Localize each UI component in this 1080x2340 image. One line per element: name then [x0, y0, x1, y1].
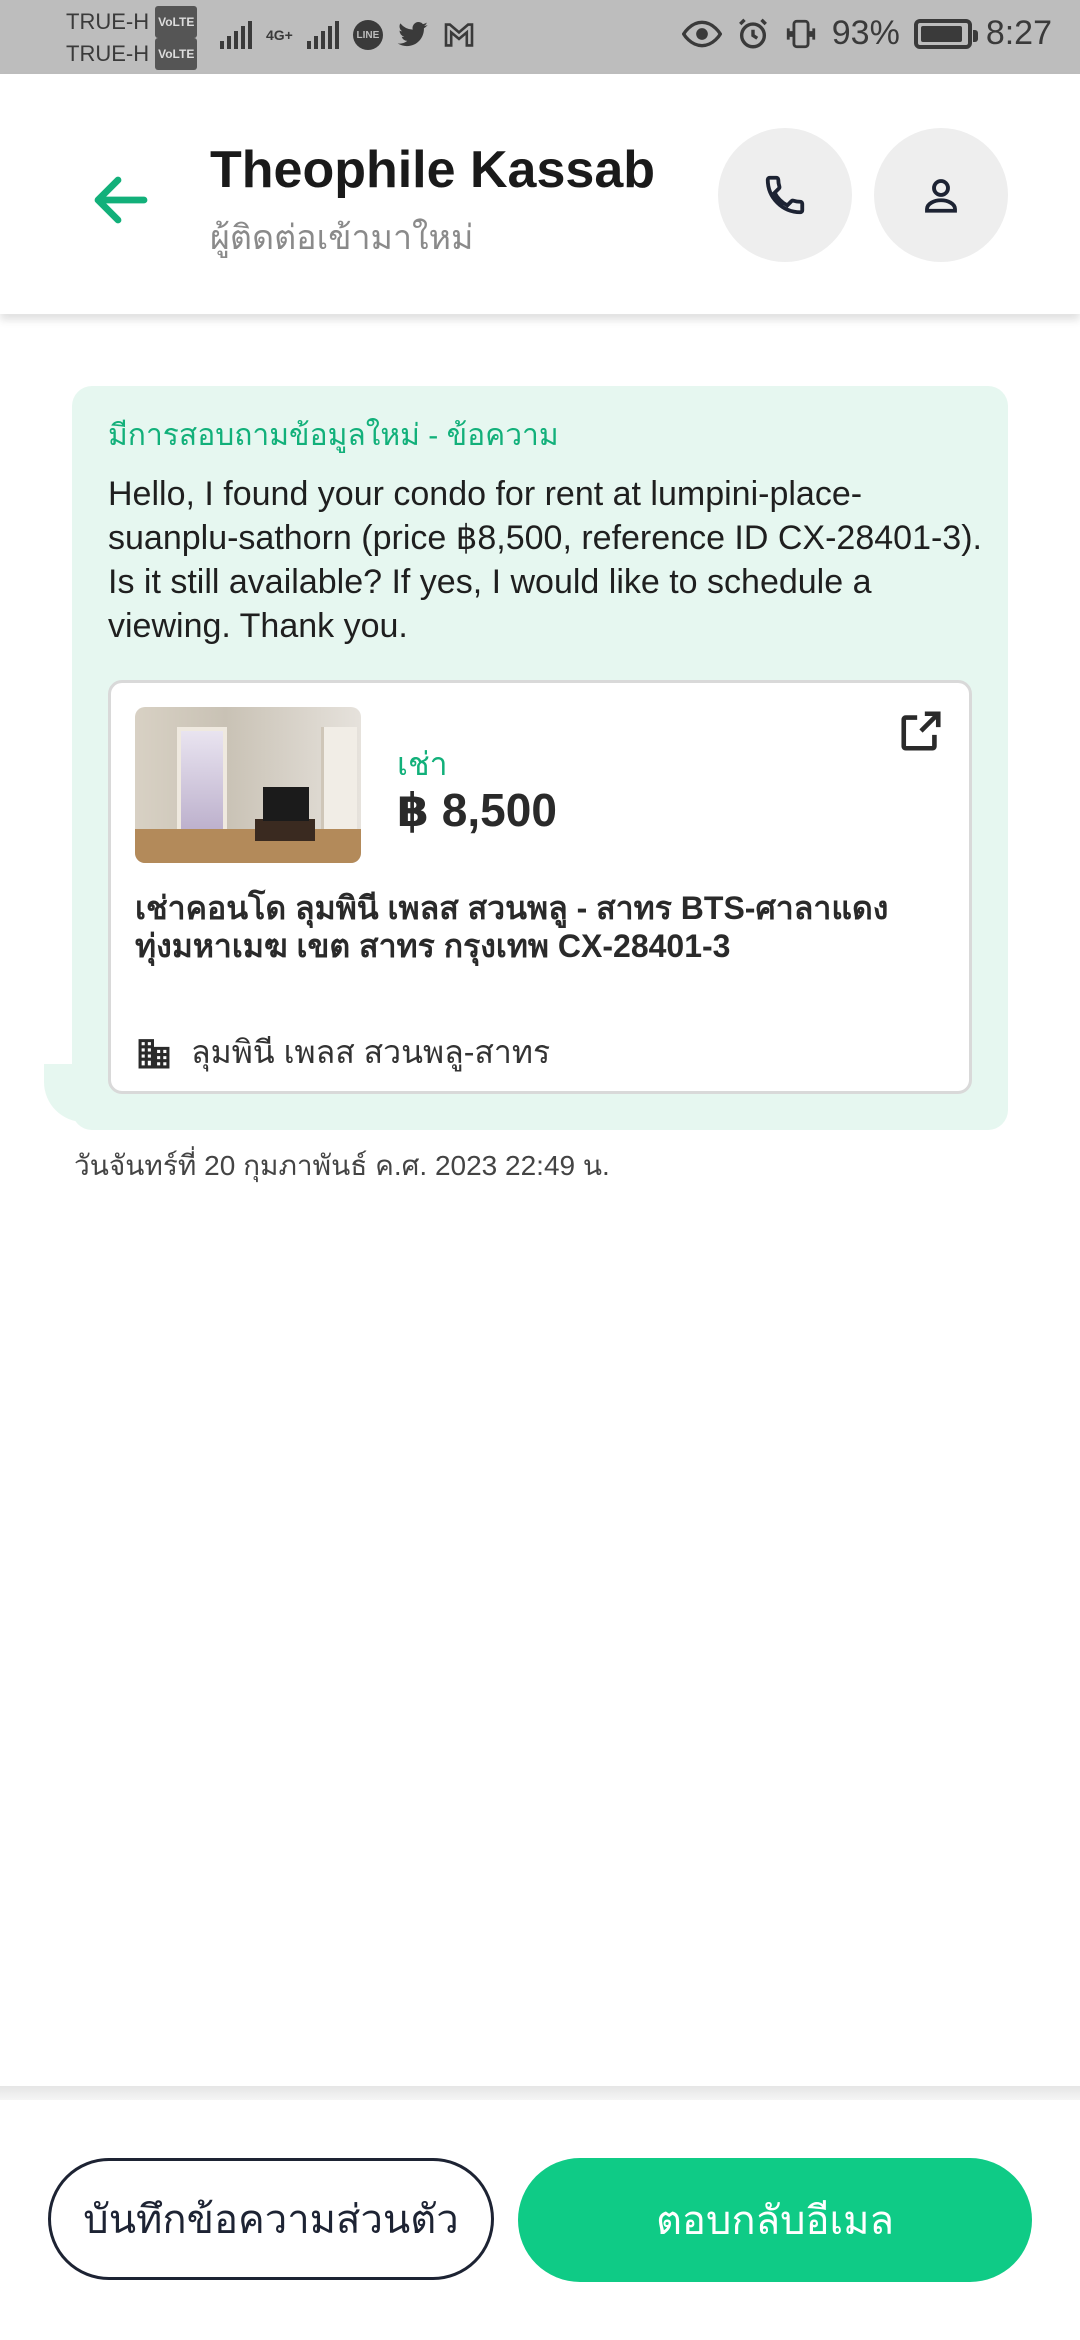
- eye-icon: [681, 20, 722, 47]
- conversation-header: Theophile Kassab ผู้ติดต่อเข้ามาใหม่: [0, 74, 1080, 314]
- external-link-icon: [901, 711, 941, 751]
- phone-icon: [765, 175, 805, 215]
- conversation-screen: TRUE-H VoLTE TRUE-H VoLTE 4G+ LINE 93% 8…: [0, 0, 1080, 2340]
- reply-email-button[interactable]: ตอบกลับอีเมล: [518, 2158, 1032, 2282]
- signal-icon: [220, 21, 252, 49]
- line-app-icon: LINE: [352, 20, 383, 50]
- private-note-button[interactable]: บันทึกข้อความส่วนตัว: [48, 2158, 494, 2280]
- call-button[interactable]: [718, 128, 852, 262]
- back-button[interactable]: [84, 164, 156, 236]
- contact-name: Theophile Kassab: [210, 141, 655, 199]
- volte-badge: VoLTE: [155, 38, 198, 70]
- contact-status: ผู้ติดต่อเข้ามาใหม่: [210, 219, 474, 257]
- signal-icon: [306, 21, 339, 49]
- open-listing-button[interactable]: [893, 703, 949, 759]
- alarm-icon: [738, 18, 767, 48]
- message-body: Hello, I found your condo for rent at lu…: [108, 475, 982, 645]
- vibrate-icon: [786, 19, 815, 48]
- twitter-icon: [397, 22, 428, 47]
- listing-photo: [135, 707, 361, 863]
- building-icon: [138, 1038, 170, 1068]
- system-indicators: 93% 8:27: [681, 14, 1052, 53]
- project-row: ลุมพินี เพลส สวนพลู-สาทร: [135, 1027, 550, 1078]
- clock: 8:27: [985, 14, 1052, 52]
- notification-icons: 4G+ LINE: [220, 20, 475, 50]
- person-icon: [925, 179, 957, 213]
- carrier-info: TRUE-H VoLTE TRUE-H VoLTE: [66, 6, 198, 70]
- battery-fill: [920, 25, 962, 42]
- network-type-label: 4G+: [266, 27, 293, 43]
- carrier-name-2: TRUE-H: [66, 41, 150, 66]
- message-title: มีการสอบถามข้อมูลใหม่ - ข้อความ: [108, 419, 559, 452]
- listing-title: เช่าคอนโด ลุมพินี เพลส สวนพลู - สาทร BTS…: [135, 890, 889, 964]
- status-bar: TRUE-H VoLTE TRUE-H VoLTE 4G+ LINE 93% 8…: [0, 0, 1080, 74]
- battery-percent: 93%: [831, 14, 900, 52]
- listing-card[interactable]: เช่า ฿ 8,500 เช่าคอนโด ลุมพินี เพลส สวนพ…: [108, 680, 972, 1094]
- message-bubble: มีการสอบถามข้อมูลใหม่ - ข้อความ Hello, I…: [72, 386, 1008, 1130]
- carrier-name-1: TRUE-H: [66, 9, 150, 34]
- contact-profile-button[interactable]: [874, 128, 1008, 262]
- bottom-divider: [0, 2086, 1080, 2100]
- battery-icon: [913, 18, 978, 49]
- volte-badge: VoLTE: [155, 6, 198, 38]
- arrow-left-icon: [94, 176, 148, 224]
- message-timestamp: วันจันทร์ที่ 20 กุมภาพันธ์ ค.ศ. 2023 22:…: [74, 1150, 610, 1181]
- gmail-icon: [444, 23, 474, 47]
- listing-price: ฿ 8,500: [397, 784, 557, 836]
- project-name: ลุมพินี เพลส สวนพลู-สาทร: [191, 1034, 551, 1070]
